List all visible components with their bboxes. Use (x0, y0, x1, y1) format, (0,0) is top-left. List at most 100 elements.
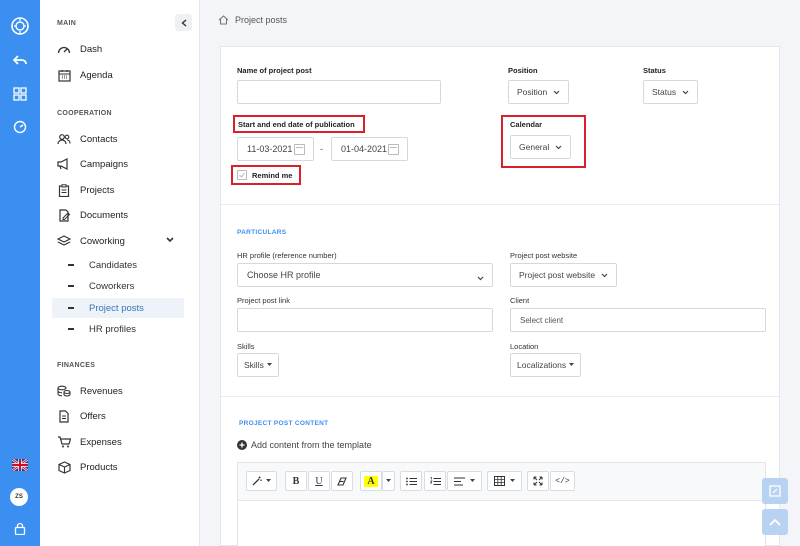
remind-checkbox[interactable] (237, 170, 247, 180)
status-label: Status (643, 66, 666, 75)
chevron-down-icon[interactable] (166, 237, 174, 243)
plus-circle-icon (237, 440, 247, 450)
start-date-input[interactable]: 11-03-2021 (237, 137, 314, 161)
fullscreen-button[interactable] (527, 471, 549, 491)
breadcrumb: Project posts (218, 14, 287, 25)
status-dropdown[interactable]: Status (643, 80, 699, 104)
table-button[interactable] (487, 471, 522, 491)
collapse-sidebar-button[interactable] (175, 14, 192, 31)
back-arrow-icon[interactable] (10, 50, 30, 70)
numbered-list-button[interactable] (424, 471, 446, 491)
section-title-cooperation: COOPERATION (57, 110, 112, 117)
caret-down-icon (386, 479, 391, 482)
sidebar-item-campaigns[interactable]: Campaigns (57, 156, 128, 172)
calendar-icon[interactable] (294, 144, 305, 155)
sidebar-item-label: Documents (80, 209, 129, 221)
notes-float-button[interactable] (762, 478, 788, 504)
caret-down-icon (569, 363, 575, 367)
section-title-main: MAIN (57, 20, 77, 27)
sidebar-item-offers[interactable]: Offers (57, 408, 106, 424)
sidebar-item-label: Expenses (80, 436, 122, 448)
highlight-color-button[interactable]: A (360, 471, 382, 491)
sidebar-item-label: Coworking (80, 235, 125, 247)
chevron-left-icon (180, 18, 186, 27)
sidebar-subitem-label: Candidates (89, 259, 138, 271)
calendar-icon[interactable] (388, 144, 399, 155)
sidebar-item-coworking[interactable]: Coworking (57, 233, 125, 249)
bold-button[interactable]: B (285, 471, 307, 491)
highlight-color-dropdown[interactable] (382, 471, 395, 491)
check-icon (239, 172, 245, 178)
skills-dropdown[interactable]: Skills (237, 353, 279, 377)
sidebar-item-products[interactable]: Products (57, 459, 118, 475)
sidebar-subitem-project-posts[interactable]: Project posts (52, 298, 184, 318)
user-avatar[interactable]: ZS (10, 488, 28, 506)
sidebar-item-label: Offers (80, 410, 106, 422)
icon-rail: ZS (0, 0, 40, 546)
bulleted-list-button[interactable] (400, 471, 422, 491)
calendar-dropdown[interactable]: General (510, 135, 572, 159)
sidebar-item-dash[interactable]: Dash (57, 41, 102, 57)
sidebar-subitem-label: Project posts (89, 302, 144, 314)
chevron-down-icon (477, 273, 484, 283)
uk-flag-icon[interactable] (10, 455, 30, 475)
chevron-down-icon (601, 273, 608, 278)
underline-button[interactable]: U (308, 471, 330, 491)
sidebar-item-documents[interactable]: Documents (57, 207, 128, 223)
position-value: Position (517, 87, 548, 97)
position-dropdown[interactable]: Position (508, 80, 570, 104)
apps-grid-icon[interactable] (10, 84, 30, 104)
coins-icon (57, 384, 71, 398)
sidebar-item-label: Projects (80, 184, 115, 196)
sidebar-item-contacts[interactable]: Contacts (57, 131, 118, 147)
document-edit-icon (57, 208, 71, 222)
expand-icon (533, 476, 543, 486)
hr-profile-select[interactable]: Choose HR profile (237, 263, 493, 287)
home-icon[interactable] (218, 14, 229, 25)
project-post-form: Name of project post Position Position S… (220, 46, 780, 546)
sidebar-item-expenses[interactable]: Expenses (57, 434, 122, 450)
website-value: Project post website (519, 270, 596, 280)
link-input[interactable] (237, 308, 493, 332)
layers-icon (57, 234, 71, 248)
remind-label: Remind me (252, 171, 293, 180)
website-dropdown[interactable]: Project post website (510, 263, 618, 287)
caret-down-icon (266, 479, 271, 482)
hr-profile-value: Choose HR profile (247, 270, 321, 280)
sidebar-item-revenues[interactable]: Revenues (57, 383, 123, 399)
sidebar-item-agenda[interactable]: Agenda (57, 67, 113, 83)
chevron-up-icon (769, 518, 781, 526)
name-input[interactable] (237, 80, 441, 104)
section-title-finances: FINANCES (57, 362, 96, 369)
logo-icon[interactable] (10, 16, 30, 36)
name-label: Name of project post (237, 66, 312, 75)
add-template-label: Add content from the template (251, 440, 372, 450)
megaphone-icon (57, 157, 71, 171)
align-button[interactable] (447, 471, 482, 491)
highlight-color-label: A (364, 475, 378, 487)
sidebar-item-label: Revenues (80, 385, 123, 397)
editor-content-area[interactable] (238, 500, 765, 546)
magic-style-button[interactable] (246, 471, 277, 491)
add-template-link[interactable]: Add content from the template (237, 440, 372, 450)
location-dropdown[interactable]: Localizations (510, 353, 582, 377)
status-value: Status (652, 87, 677, 97)
eraser-icon (337, 476, 347, 486)
code-view-button[interactable]: </> (550, 471, 575, 491)
calendar-grid-icon (57, 68, 71, 82)
document-icon (57, 409, 71, 423)
sidebar-item-projects[interactable]: Projects (57, 182, 114, 198)
link-label: Project post link (237, 296, 290, 305)
lock-icon[interactable] (10, 518, 30, 538)
scroll-top-button[interactable] (762, 509, 788, 535)
sidebar-subitem-hr-profiles[interactable]: HR profiles (52, 319, 184, 339)
speedometer-icon[interactable] (10, 117, 30, 137)
sidebar-subitem-coworkers[interactable]: Coworkers (52, 276, 184, 296)
end-date-input[interactable]: 01-04-2021 (331, 137, 408, 161)
client-select[interactable]: Select client (510, 308, 766, 332)
rich-text-editor: B U A </> (237, 462, 766, 546)
sidebar-subitem-candidates[interactable]: Candidates (52, 255, 184, 275)
calendar-value: General (519, 142, 550, 152)
clear-format-button[interactable] (331, 471, 353, 491)
chevron-down-icon (682, 90, 689, 95)
